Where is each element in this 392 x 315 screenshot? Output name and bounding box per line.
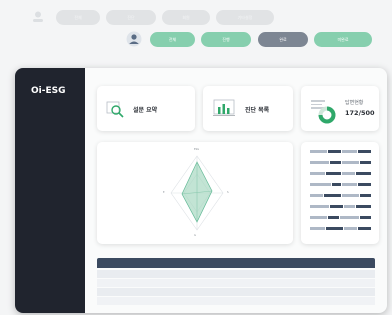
dashboard-window: Oi-ESG 설문 요약 진단 목록 답변현황 172/500 ESG E S … <box>15 68 387 313</box>
progress-bar-segment <box>358 150 371 153</box>
table-row[interactable] <box>97 279 375 287</box>
progress-bar-segment <box>340 216 359 219</box>
user-icon <box>33 11 43 22</box>
progress-bars-card <box>301 142 379 244</box>
radar-chart-card: ESG E S G <box>97 142 293 244</box>
radar-label-bottom: G <box>194 234 196 237</box>
table-row[interactable] <box>97 270 375 278</box>
responses-value: 172/500 <box>345 109 375 117</box>
status-pill-incomplete[interactable]: 미완료 <box>314 32 372 47</box>
donut-chart-icon <box>318 106 336 124</box>
filter-pill-diagnosis[interactable]: 진단 <box>106 10 156 25</box>
radar-label-top: ESG <box>194 148 200 151</box>
survey-summary-label: 설문 요약 <box>133 107 158 114</box>
progress-bar-segment <box>332 183 341 186</box>
progress-bar-segment <box>342 183 357 186</box>
status-pill-progress[interactable]: 진행 <box>201 32 251 47</box>
progress-bar-segment <box>310 216 327 219</box>
progress-bar-segment <box>344 227 357 230</box>
responses-status-card[interactable]: 답변현황 172/500 <box>301 86 379 131</box>
progress-bar-segment <box>360 216 371 219</box>
progress-bar-segment <box>342 172 355 175</box>
progress-bar-segment <box>310 150 327 153</box>
progress-bar-segment <box>342 161 359 164</box>
sidebar: Oi-ESG <box>15 68 85 313</box>
progress-bar-segment <box>358 227 371 230</box>
progress-bar-segment <box>330 161 341 164</box>
progress-bar-segment <box>356 172 371 175</box>
progress-bar-segment <box>326 172 341 175</box>
progress-bar-segment <box>310 194 323 197</box>
diagnosis-list-label: 진단 목록 <box>245 107 270 114</box>
progress-bar-segment <box>326 227 343 230</box>
filter-pill-member[interactable]: 회원 <box>162 10 210 25</box>
radar-label-right: S <box>227 191 229 194</box>
radar-label-left: E <box>163 191 165 194</box>
table-row[interactable] <box>97 288 375 296</box>
progress-bar-segment <box>310 205 329 208</box>
progress-bar-segment <box>310 183 331 186</box>
progress-bar-segment <box>310 161 329 164</box>
filter-pill-all[interactable]: 전체 <box>56 10 100 25</box>
status-pill-all[interactable]: 전체 <box>150 32 195 47</box>
progress-bar-segment <box>344 205 355 208</box>
progress-bar-segment <box>358 183 371 186</box>
table-row[interactable] <box>97 297 375 305</box>
survey-summary-card[interactable]: 설문 요약 <box>97 86 195 131</box>
responses-title: 답변현황 <box>345 100 364 106</box>
progress-bar-segment <box>324 194 341 197</box>
progress-bar-segment <box>310 172 325 175</box>
app-logo: Oi-ESG <box>31 86 66 96</box>
progress-bar-segment <box>360 161 371 164</box>
progress-bar-segment <box>310 227 325 230</box>
table-header <box>97 258 375 268</box>
filter-pill-settings[interactable]: 기타설정 <box>216 10 274 25</box>
diagnosis-list-card[interactable]: 진단 목록 <box>203 86 293 131</box>
progress-bar-segment <box>330 205 343 208</box>
progress-bar-segment <box>342 150 357 153</box>
results-table <box>97 258 375 308</box>
progress-bar-segment <box>342 194 359 197</box>
progress-bar-segment <box>328 216 339 219</box>
progress-bar-segment <box>328 150 341 153</box>
bar-chart-icon <box>213 99 235 116</box>
status-pill-complete[interactable]: 완료 <box>258 32 308 47</box>
progress-bar-segment <box>356 205 371 208</box>
progress-bar-segment <box>360 194 371 197</box>
radar-chart <box>170 155 224 231</box>
magnifier-chart-icon <box>106 101 124 118</box>
user-icon <box>126 31 142 47</box>
